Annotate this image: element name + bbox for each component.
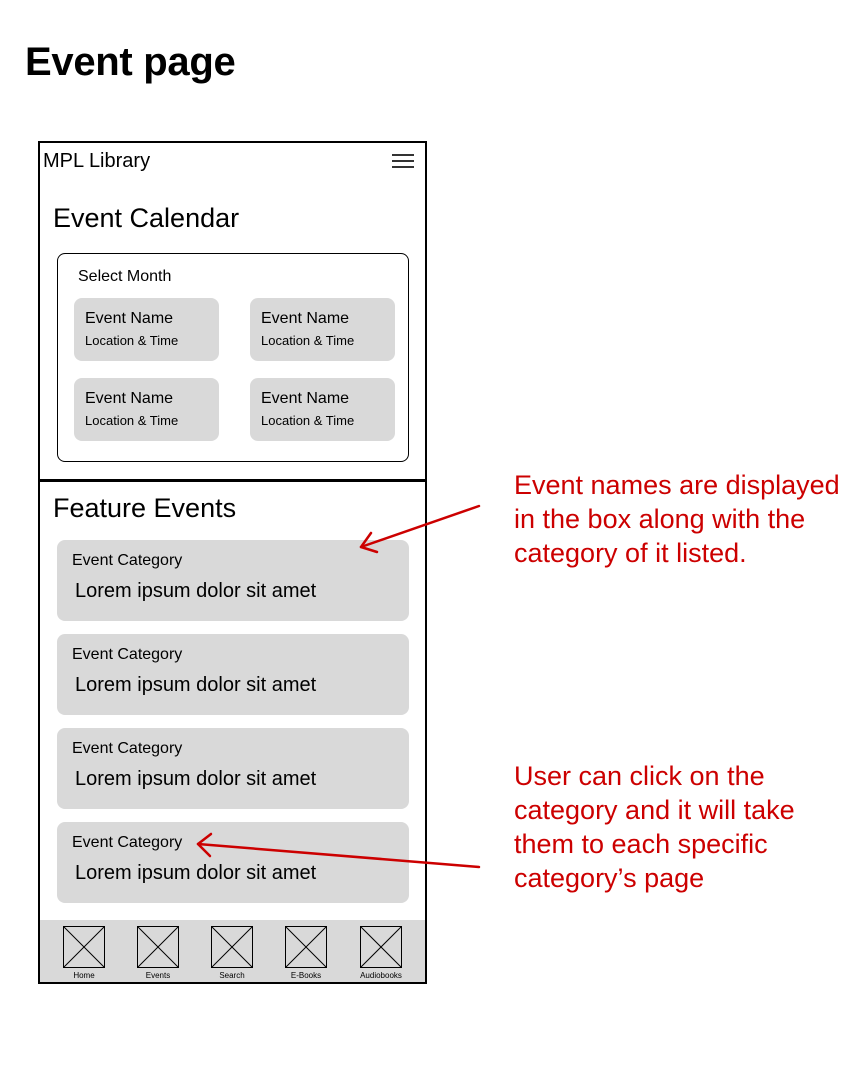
event-location-time: Location & Time [261,413,355,428]
event-location-time: Location & Time [85,333,179,348]
nav-label: Audiobooks [360,971,402,980]
select-month-dropdown[interactable]: Select Month [78,268,171,286]
phone-frame: MPL Library Event Calendar Select Month … [38,141,427,984]
event-calendar-box: Select Month Event Name Location & Time … [57,253,409,462]
annotation-event-names: Event names are displayed in the box alo… [514,470,840,568]
image-placeholder-icon [63,926,105,968]
bottom-nav: Home Events Search E-Books Audiobooks [40,920,425,982]
image-placeholder-icon [137,926,179,968]
nav-search[interactable]: Search [202,926,262,982]
nav-label: Events [145,971,171,980]
event-card[interactable]: Event Name Location & Time [74,298,219,361]
feature-event-text: Lorem ipsum dolor sit amet [75,580,317,602]
feature-event-card[interactable]: Event Category Lorem ipsum dolor sit ame… [57,634,409,715]
feature-event-card[interactable]: Event Category Lorem ipsum dolor sit ame… [57,540,409,621]
event-card[interactable]: Event Name Location & Time [250,378,395,441]
event-category-link[interactable]: Event Category [72,552,182,570]
nav-events[interactable]: Events [128,926,188,982]
image-placeholder-icon [360,926,402,968]
image-placeholder-icon [285,926,327,968]
image-placeholder-icon [211,926,253,968]
nav-label: Search [219,971,245,980]
page-title: Event page [25,40,236,84]
event-name: Event Name [85,310,174,327]
annotation-category-click: User can click on the category and it wi… [514,761,795,893]
event-category-link[interactable]: Event Category [72,646,182,664]
feature-event-text: Lorem ipsum dolor sit amet [75,768,317,790]
feature-event-card[interactable]: Event Category Lorem ipsum dolor sit ame… [57,728,409,809]
app-header: MPL Library [40,143,425,179]
nav-label: E-Books [290,971,322,980]
event-category-link[interactable]: Event Category [72,740,182,758]
nav-ebooks[interactable]: E-Books [276,926,336,982]
app-name: MPL Library [43,150,151,172]
hamburger-menu-icon[interactable] [392,154,414,168]
nav-label: Home [73,971,95,980]
event-location-time: Location & Time [85,413,179,428]
feature-event-text: Lorem ipsum dolor sit amet [75,862,317,884]
feature-event-text: Lorem ipsum dolor sit amet [75,674,317,696]
event-name: Event Name [85,390,174,407]
feature-events-title: Feature Events [53,493,237,523]
event-card[interactable]: Event Name Location & Time [74,378,219,441]
event-location-time: Location & Time [261,333,355,348]
feature-event-card[interactable]: Event Category Lorem ipsum dolor sit ame… [57,822,409,903]
event-name: Event Name [261,390,350,407]
nav-audiobooks[interactable]: Audiobooks [351,926,411,982]
nav-home[interactable]: Home [54,926,114,982]
event-card[interactable]: Event Name Location & Time [250,298,395,361]
wireframe-page: Event page MPL Library Event Calendar Se… [0,0,854,1087]
event-category-link[interactable]: Event Category [72,834,182,852]
event-name: Event Name [261,310,350,327]
section-divider [40,479,425,482]
event-calendar-title: Event Calendar [53,203,240,233]
